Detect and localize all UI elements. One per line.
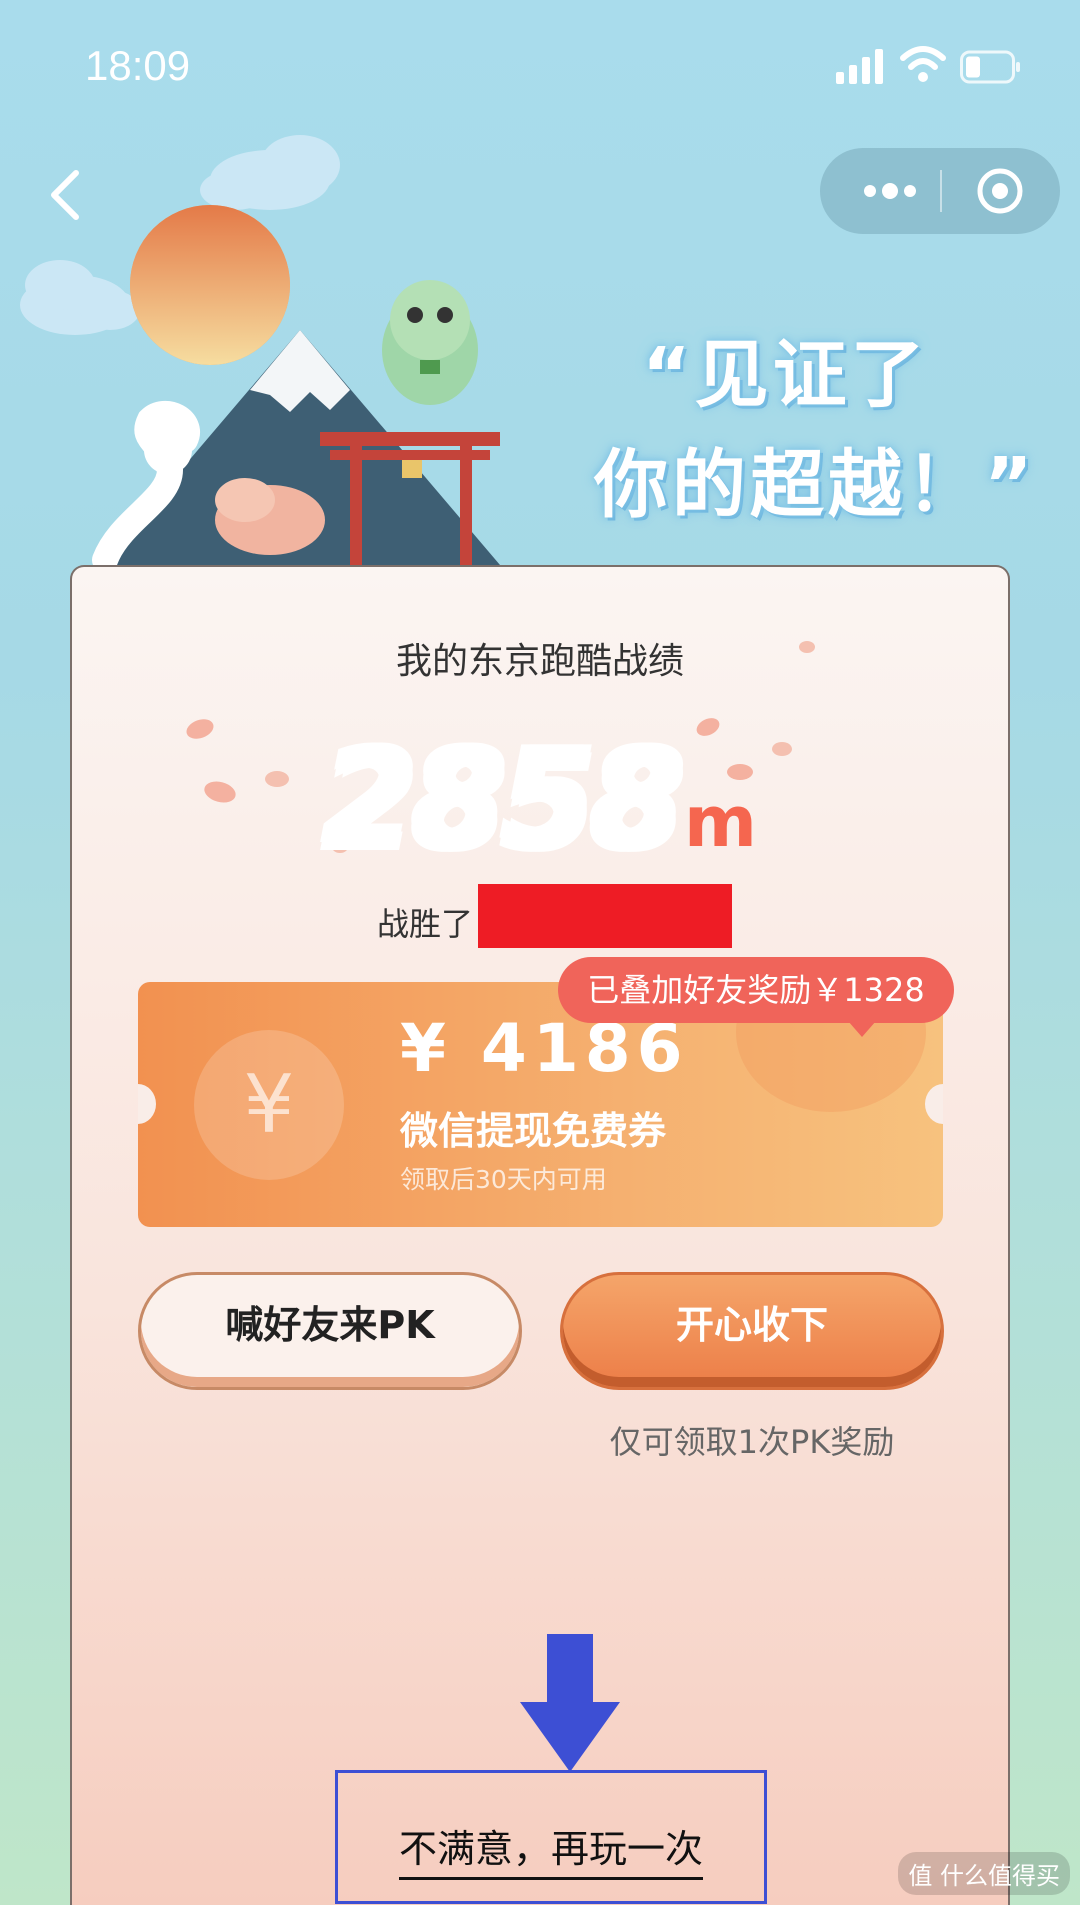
hero-illustration [20,135,500,565]
distance-value: 2858 [323,722,684,878]
voucher-notch-left [138,1084,156,1124]
arrow-down-icon [520,1634,620,1772]
capsule-divider [940,170,942,212]
dragon-mascot-icon [382,280,478,405]
signal-icon [836,49,883,84]
redaction-block [478,884,732,948]
distance-display: 2858m [72,722,1008,878]
wifi-icon [900,46,946,82]
voucher-notch-right [925,1084,943,1124]
status-bar: 18:09 [0,0,1080,130]
voucher-note: 领取后30天内可用 [400,1165,607,1194]
battery-icon [960,50,1020,84]
more-icon[interactable] [860,168,920,214]
miniprogram-capsule [820,148,1060,234]
friend-reward-badge: 已叠加好友奖励￥1328 [558,957,954,1037]
slogan-line2: 你的超越！” [594,442,1037,528]
result-card: 我的东京跑酷战绩 2858m 战胜了 ¥ ¥ 4186 微信提现免费券 领取后3… [70,565,1010,1905]
beat-label: 战胜了 [377,905,474,943]
pk-limit-note: 仅可领取1次PK奖励 [609,1423,895,1461]
close-target-icon[interactable] [975,166,1025,216]
replay-link-text[interactable]: 不满意，再玩一次 [398,1827,703,1880]
yuan-coin-icon: ¥ [194,1030,344,1180]
watermark: 值 什么值得买 [898,1852,1070,1895]
status-time: 18:09 [85,42,191,89]
distance-unit: m [684,781,757,863]
card-title: 我的东京跑酷战绩 [395,641,684,682]
slogan-line1: “见证了 [642,332,929,418]
replay-highlight-box: 不满意，再玩一次 [335,1770,767,1904]
accept-reward-button[interactable]: 开心收下 [560,1272,944,1390]
voucher-title: 微信提现免费券 [400,1109,667,1153]
replay-link[interactable]: 不满意，再玩一次 [338,1818,764,1880]
invite-pk-button[interactable]: 喊好友来PK [138,1272,522,1390]
